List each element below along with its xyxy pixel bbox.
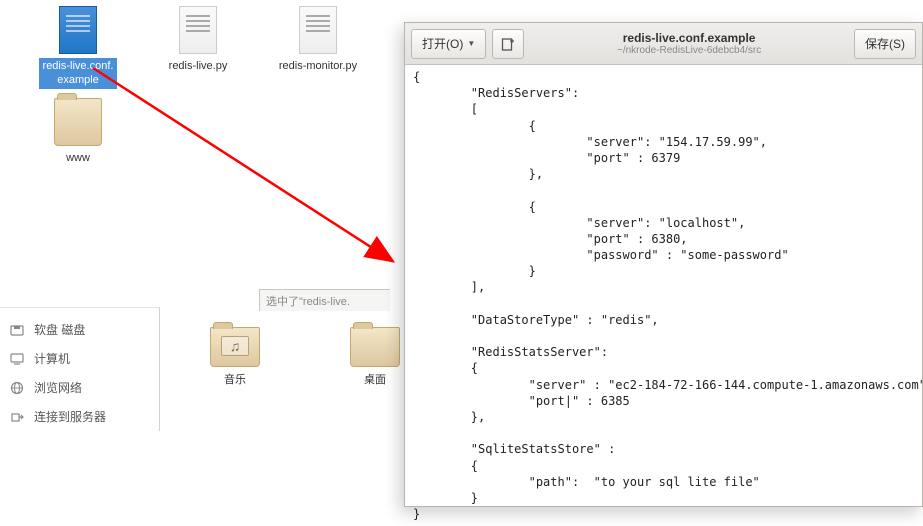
sidebar-item[interactable]: 浏览网络	[0, 373, 159, 402]
editor-title: redis-live.conf.example	[530, 31, 848, 45]
file-label: redis-live.conf. example	[39, 58, 118, 89]
document-icon	[179, 6, 217, 54]
folder-icon	[54, 98, 102, 146]
network-icon	[10, 381, 24, 395]
file-item[interactable]: redis-monitor.py	[268, 6, 368, 74]
sidebar-item-label: 连接到服务器	[34, 408, 106, 425]
chevron-down-icon: ▼	[467, 39, 475, 48]
text-editor-window: 打开(O) ▼ redis-live.conf.example ~/nkrode…	[404, 22, 923, 507]
file-icon-pane[interactable]: redis-live.conf. example redis-live.py red…	[0, 0, 390, 290]
folder-icon	[350, 327, 400, 367]
sidebar: 软盘 磁盘计算机浏览网络连接到服务器	[0, 307, 160, 431]
editor-title-block: redis-live.conf.example ~/nkrode-RedisLi…	[530, 31, 848, 56]
document-icon	[59, 6, 97, 54]
file-item[interactable]: redis-live.py	[148, 6, 248, 74]
document-icon	[299, 6, 337, 54]
folder-item[interactable]: ♫ 音乐	[190, 319, 280, 387]
new-tab-button[interactable]	[492, 29, 524, 59]
folder-icon-pane[interactable]: ♫音乐桌面	[160, 311, 390, 481]
sidebar-item-label: 浏览网络	[34, 379, 82, 396]
sidebar-item[interactable]: 计算机	[0, 344, 159, 373]
editor-body[interactable]: { "RedisServers": [ { "server": "154.17.…	[405, 65, 922, 526]
sidebar-item[interactable]: 连接到服务器	[0, 402, 159, 431]
editor-subtitle: ~/nkrode-RedisLive-6debcb4/src	[530, 45, 848, 56]
sidebar-item[interactable]: 软盘 磁盘	[0, 315, 159, 344]
open-button[interactable]: 打开(O) ▼	[411, 29, 486, 59]
sidebar-item-label: 计算机	[34, 350, 70, 367]
status-bar: 选中了"redis-live.	[259, 289, 390, 311]
open-button-label: 打开(O)	[422, 35, 463, 52]
file-label: redis-live.py	[165, 58, 232, 74]
computer-icon	[10, 352, 24, 366]
save-button[interactable]: 保存(S)	[854, 29, 916, 59]
folder-label: 音乐	[190, 371, 280, 387]
file-label: www	[62, 150, 94, 166]
editor-header: 打开(O) ▼ redis-live.conf.example ~/nkrode…	[405, 23, 922, 65]
connect-icon	[10, 410, 24, 424]
save-button-label: 保存(S)	[865, 35, 905, 52]
new-tab-icon	[501, 37, 515, 51]
folder-icon: ♫	[210, 327, 260, 367]
sidebar-item-label: 软盘 磁盘	[34, 321, 85, 338]
file-manager: redis-live.conf. example redis-live.py red…	[0, 0, 390, 507]
file-item[interactable]: www	[28, 90, 128, 166]
file-item[interactable]: redis-live.conf. example	[28, 6, 128, 89]
file-label: redis-monitor.py	[275, 58, 361, 74]
disk-icon	[10, 323, 24, 337]
